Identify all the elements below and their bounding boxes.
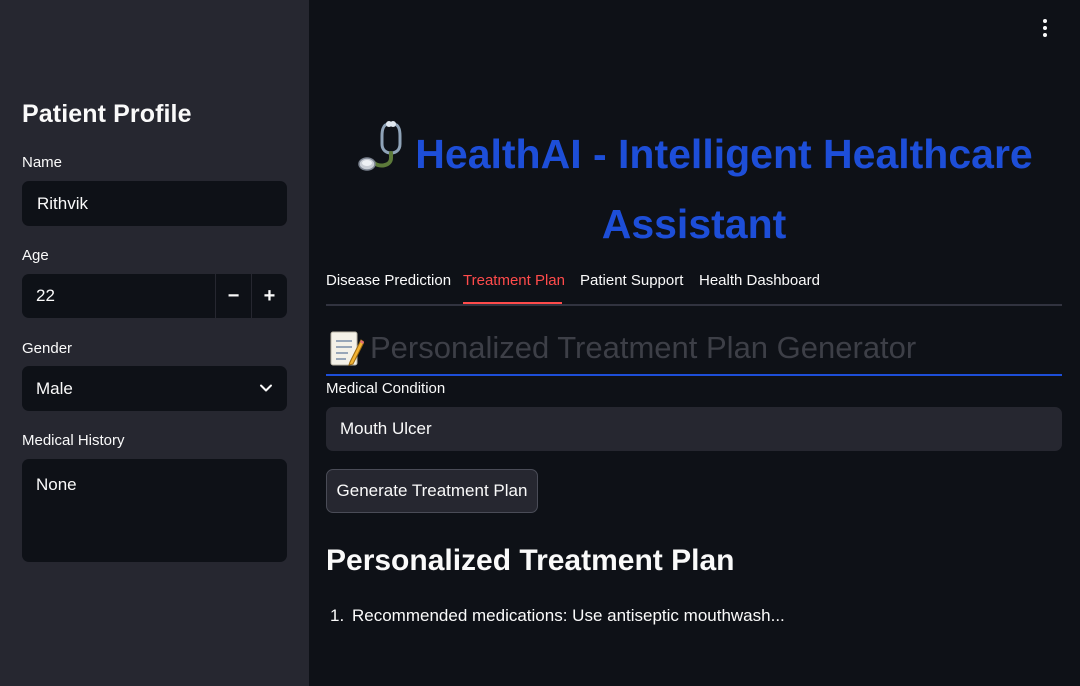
tab-disease-prediction[interactable]: Disease Prediction <box>326 272 451 289</box>
menu-dot-icon <box>1043 19 1047 23</box>
medical-history-textarea[interactable]: None <box>22 459 287 562</box>
memo-icon <box>330 331 364 366</box>
chevron-down-icon <box>260 384 272 392</box>
sidebar: Patient Profile Name Rithvik Age 22 − + … <box>0 0 309 686</box>
main-menu-button[interactable] <box>1034 16 1056 40</box>
list-item-text: Recommended medications: Use antiseptic … <box>352 606 785 625</box>
medical-condition-label: Medical Condition <box>326 380 446 397</box>
gender-label: Gender <box>22 340 73 357</box>
app-title-line2: Assistant <box>601 201 787 247</box>
gender-select[interactable]: Male <box>22 366 287 411</box>
tab-patient-support[interactable]: Patient Support <box>580 272 683 289</box>
age-value[interactable]: 22 <box>36 274 55 318</box>
active-tab-indicator <box>463 302 562 304</box>
name-label: Name <box>22 154 63 171</box>
sidebar-title: Patient Profile <box>22 100 192 128</box>
tab-bar: Disease Prediction Treatment Plan Patien… <box>326 262 1062 306</box>
age-decrement-button[interactable]: − <box>215 274 251 318</box>
list-item-number: 1. <box>330 606 345 625</box>
app-root: Patient Profile Name Rithvik Age 22 − + … <box>0 0 1080 686</box>
menu-dot-icon <box>1043 26 1047 30</box>
age-label: Age <box>22 247 49 264</box>
name-input[interactable]: Rithvik <box>22 181 287 226</box>
result-list: 1. Recommended medications: Use antisepti… <box>330 606 785 626</box>
section-heading-text: Personalized Treatment Plan Generator <box>370 330 917 365</box>
generate-treatment-plan-button[interactable]: Generate Treatment Plan <box>326 469 538 513</box>
stethoscope-icon <box>358 121 402 171</box>
list-item: 1. Recommended medications: Use antisepti… <box>330 606 785 626</box>
app-title: HealthAI - Intelligent Healthcare Assist… <box>326 118 1062 259</box>
history-label: Medical History <box>22 432 125 449</box>
section-heading: Personalized Treatment Plan Generator <box>326 324 1062 376</box>
app-title-line1: HealthAI - Intelligent Healthcare <box>415 131 1033 177</box>
tab-treatment-plan[interactable]: Treatment Plan <box>463 272 565 289</box>
tab-health-dashboard[interactable]: Health Dashboard <box>699 272 820 289</box>
result-title: Personalized Treatment Plan <box>326 544 735 577</box>
age-number-input: 22 − + <box>22 274 287 318</box>
age-increment-button[interactable]: + <box>251 274 287 318</box>
menu-dot-icon <box>1043 33 1047 37</box>
gender-value: Male <box>36 379 73 398</box>
medical-condition-input[interactable]: Mouth Ulcer <box>326 407 1062 451</box>
